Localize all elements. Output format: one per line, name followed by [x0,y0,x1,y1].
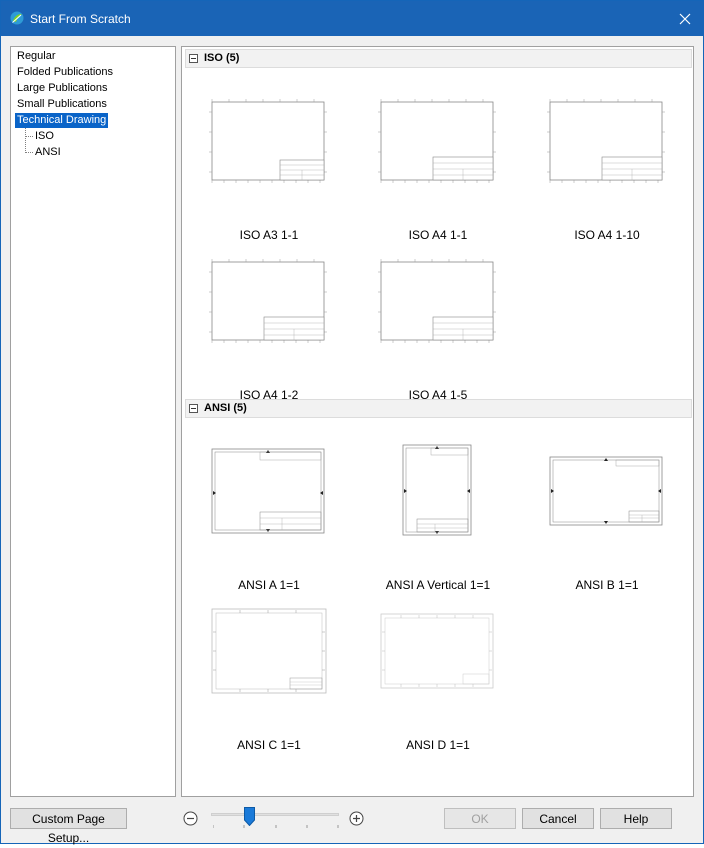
ansi-sheet-thumbnail [211,608,327,694]
template-ansi-d-1-1[interactable]: ANSI D 1=1 [353,602,523,752]
template-label: ANSI B 1=1 [575,578,639,592]
category-tree[interactable]: Regular Folded Publications Large Public… [10,46,176,797]
tree-item-iso[interactable]: ISO [33,129,56,144]
iso-sheet-thumbnail [209,259,327,343]
iso-sheet-thumbnail [378,99,496,183]
tree-item-ansi[interactable]: ANSI [33,145,63,160]
ansi-sheet-thumbnail [211,448,325,534]
group-header-ansi[interactable]: ANSI (5) [185,399,692,418]
zoom-slider-thumb[interactable] [244,807,255,826]
ok-button[interactable]: OK [444,808,516,829]
template-label: ANSI D 1=1 [406,738,470,752]
tree-item-regular[interactable]: Regular [15,49,58,64]
ansi-sheet-thumbnail [549,456,663,526]
ansi-sheet-thumbnail [380,613,494,689]
template-label: ISO A3 1-1 [239,228,299,242]
template-label: ANSI C 1=1 [237,738,301,752]
dialog-window: Start From Scratch Regular Folded Public… [0,0,704,845]
template-iso-a4-1-10[interactable]: ISO A4 1-10 [522,92,692,242]
template-iso-a3-1-1[interactable]: ISO A3 1-1 [184,92,354,242]
group-header-iso[interactable]: ISO (5) [185,49,692,68]
tree-connector [25,136,33,137]
template-iso-a4-1-1[interactable]: ISO A4 1-1 [353,92,523,242]
template-iso-a4-1-5[interactable]: ISO A4 1-5 [353,252,523,402]
collapse-icon[interactable] [189,54,198,63]
zoom-out-icon[interactable] [183,811,198,826]
template-iso-a4-1-2[interactable]: ISO A4 1-2 [184,252,354,402]
tree-item-technical-drawing[interactable]: Technical Drawing [15,113,109,128]
close-icon [679,13,691,24]
iso-sheet-thumbnail [547,99,665,183]
collapse-icon[interactable] [189,404,198,413]
group-title: ANSI (5) [204,402,247,414]
tree-item-folded-publications[interactable]: Folded Publications [15,65,115,80]
template-ansi-a-1-1[interactable]: ANSI A 1=1 [184,442,354,592]
template-label: ISO A4 1-1 [408,228,468,242]
cancel-button[interactable]: Cancel [522,808,594,829]
template-ansi-c-1-1[interactable]: ANSI C 1=1 [184,602,354,752]
custom-page-setup-button[interactable]: Custom Page Setup... [10,808,127,845]
template-label: ANSI A 1=1 [238,578,300,592]
tree-item-small-publications[interactable]: Small Publications [15,97,109,112]
iso-sheet-thumbnail [378,259,496,343]
template-ansi-a-vertical-1-1[interactable]: ANSI A Vertical 1=1 [353,442,523,592]
ansi-sheet-thumbnail [402,444,472,536]
close-button[interactable] [667,1,703,36]
template-label: ANSI A Vertical 1=1 [385,578,491,592]
template-ansi-b-1-1[interactable]: ANSI B 1=1 [522,442,692,592]
template-gallery[interactable]: ISO (5) ISO A3 1-1 ISO A4 1-1 ISO A4 1-1… [181,46,694,797]
tree-connector [25,128,26,153]
zoom-slider-track[interactable] [211,813,339,816]
tree-connector [25,152,33,153]
help-button[interactable]: Help [600,808,672,829]
tree-item-large-publications[interactable]: Large Publications [15,81,110,96]
window-title: Start From Scratch [30,12,131,26]
title-bar[interactable]: Start From Scratch [1,1,703,36]
zoom-slider-ticks [213,825,339,828]
template-label: ISO A4 1-10 [574,228,640,242]
iso-sheet-thumbnail [209,99,327,183]
zoom-in-icon[interactable] [349,811,364,826]
group-title: ISO (5) [204,52,240,64]
app-logo-icon [10,11,24,25]
